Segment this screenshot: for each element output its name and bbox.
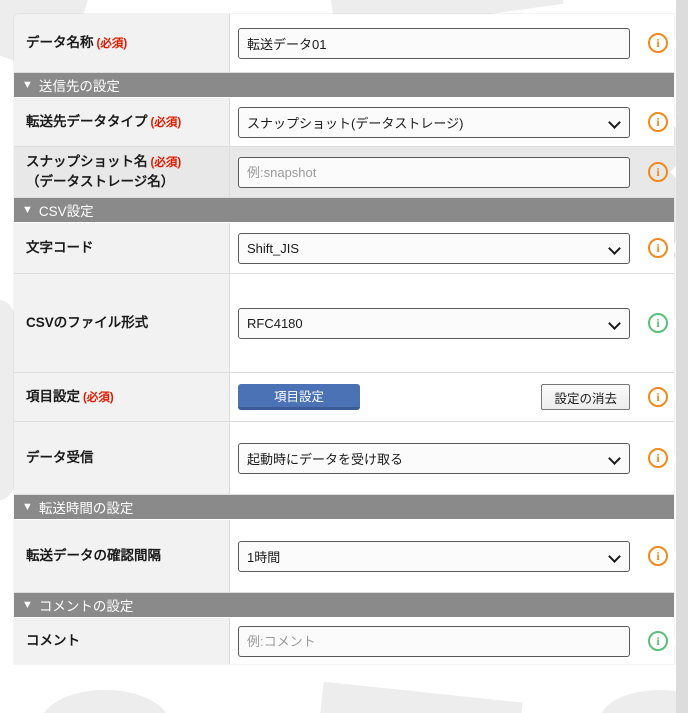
row-value-transfer-check-interval: 1時間 i [230,520,674,592]
info-icon-char-code[interactable]: i [648,238,668,258]
label-text: CSVのファイル形式 [26,315,149,331]
select-value-text: 1時間 [247,549,281,565]
row-value-data-receive: 起動時にデータを受け取る i [230,422,674,494]
row-value-item-settings: 項目設定 設定の消去 i [230,373,674,421]
row-label-char-code: 文字コード [14,223,230,273]
section-header-0[interactable]: ▼ 送信先の設定 [14,73,674,98]
select-value-text: Shift_JIS [247,240,300,256]
item-settings-button[interactable]: 項目設定 [238,384,360,410]
section-title: CSV設定 [38,204,94,219]
row-label-dest-data-type: 転送先データタイプ (必須) [14,98,230,146]
row-label-item-settings: 項目設定 (必須) [14,373,230,421]
row-value-char-code: Shift_JIS i [230,223,674,273]
section-collapse-triangle-icon: ▼ [22,598,33,611]
required-marker: (必須) [83,392,114,405]
edge-marker [670,635,676,647]
label-text: コメント [26,633,80,649]
section-title: 転送時間の設定 [38,501,134,516]
label-text: スナップショット名 [26,154,148,170]
chevron-down-icon [609,116,621,128]
settings-form-panel: データ名称(必須)i▼送信先の設定転送先データタイプ(必須)スナップショット(デ… [14,14,674,664]
row-label-comment: コメント [14,618,230,664]
edge-marker [670,166,676,178]
chevron-down-icon [609,317,621,329]
form-row-transfer-check-interval: 転送データの確認間隔 1時間 i [14,520,674,593]
section-collapse-triangle-icon: ▼ [22,500,33,513]
form-row-dest-data-type: 転送先データタイプ (必須) スナップショット(データストレージ) i [14,98,674,147]
edge-marker [670,550,676,562]
required-marker: (必須) [96,38,128,51]
row-label-data-receive: データ受信 [14,422,230,494]
section-collapse-triangle-icon: ▼ [22,78,33,91]
section-header-3[interactable]: ▼ コメントの設定 [14,593,674,618]
form-row-item-settings: 項目設定 (必須) 項目設定 設定の消去 i [14,373,674,422]
row-label-data-name: データ名称 (必須) [14,14,230,72]
input-comment[interactable] [238,625,630,657]
row-value-snapshot-name: i [230,147,674,197]
button-group-item-settings: 項目設定 設定の消去 [238,384,630,410]
select-csv-file-format[interactable]: RFC4180 [238,307,630,339]
select-transfer-check-interval[interactable]: 1時間 [238,540,630,572]
edge-marker [670,452,676,464]
label-text: 項目設定 [26,389,80,405]
info-icon-dest-data-type[interactable]: i [648,112,668,132]
form-row-data-receive: データ受信 起動時にデータを受け取る i [14,422,674,495]
form-row-csv-file-format: CSVのファイル形式 RFC4180 i [14,274,674,373]
section-collapse-triangle-icon: ▼ [22,203,33,216]
form-row-data-name: データ名称(必須) i [14,14,674,73]
label-text: データ受信 [26,450,94,466]
edge-marker [670,317,676,329]
form-row-char-code: 文字コード Shift_JIS i [14,223,674,274]
info-icon-item-settings[interactable]: i [648,387,668,407]
info-icon-transfer-check-interval[interactable]: i [648,546,668,566]
info-icon-data-receive[interactable]: i [648,448,668,468]
scrollbar-thumb[interactable] [676,0,688,713]
input-data-name[interactable] [238,27,630,59]
section-title: コメントの設定 [38,599,134,614]
row-label-csv-file-format: CSVのファイル形式 [14,274,230,372]
select-value-text: 起動時にデータを受け取る [247,451,404,467]
row-label-snapshot-name: スナップショット名 (必須) （データストレージ名） [14,147,230,197]
row-value-csv-file-format: RFC4180 i [230,274,674,372]
info-icon-comment[interactable]: i [648,631,668,651]
section-header-1[interactable]: ▼ CSV設定 [14,198,674,223]
form-row-snapshot-name: スナップショット名(必須) （データストレージ名） i [14,147,674,198]
clear-settings-button[interactable]: 設定の消去 [541,384,630,410]
edge-marker [670,116,676,128]
chevron-down-icon [609,550,621,562]
info-icon-snapshot-name[interactable]: i [648,162,668,182]
label-text: 転送先データタイプ [26,114,148,130]
input-snapshot-name[interactable] [238,156,630,188]
select-data-receive[interactable]: 起動時にデータを受け取る [238,442,630,474]
required-marker: (必須) [150,157,182,170]
row-value-dest-data-type: スナップショット(データストレージ) i [230,98,674,146]
vertical-scrollbar[interactable] [676,0,688,713]
label-text: 文字コード [26,240,94,256]
select-value-text: RFC4180 [247,315,303,331]
required-marker: (必須) [150,117,182,130]
edge-marker [670,391,676,403]
form-row-comment: コメント i [14,618,674,664]
select-dest-data-type[interactable]: スナップショット(データストレージ) [238,106,630,138]
chevron-down-icon [609,242,621,254]
edge-marker [670,242,676,254]
label-text: データ名称 [26,35,94,51]
row-value-comment: i [230,618,674,664]
info-icon-csv-file-format[interactable]: i [648,313,668,333]
select-value-text: スナップショット(データストレージ) [247,115,464,131]
info-icon-data-name[interactable]: i [648,33,668,53]
chevron-down-icon [609,452,621,464]
label-text: 転送データの確認間隔 [26,548,161,564]
select-char-code[interactable]: Shift_JIS [238,232,630,264]
label-text-line2: （データストレージ名） [26,174,175,190]
section-title: 送信先の設定 [38,79,120,94]
edge-marker [670,37,676,49]
section-header-2[interactable]: ▼ 転送時間の設定 [14,495,674,520]
row-label-transfer-check-interval: 転送データの確認間隔 [14,520,230,592]
row-value-data-name: i [230,14,674,72]
